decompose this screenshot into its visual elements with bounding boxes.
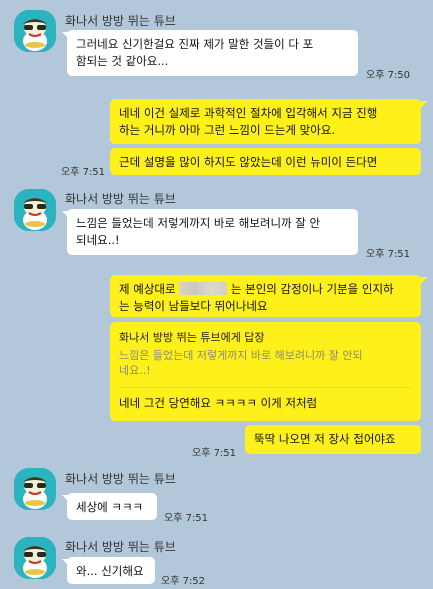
incoming-message-bubble[interactable]: 세상에 ㅋㅋㅋ [67,493,157,520]
tube-character-avatar-icon [14,537,56,579]
outgoing-message-bubble[interactable]: 네네 이건 실제로 과학적인 절차에 입각해서 지금 진행 하는 거니까 아마 … [110,99,421,144]
message-line: 세상에 ㅋㅋㅋ [76,500,144,514]
tube-character-avatar-icon [14,189,56,231]
message-line: 는 능력이 남들보다 뛰어나네요 [119,299,268,313]
message-line: 뚝딱 나오면 저 장사 접어야죠 [254,432,396,446]
reply-quote-line: 네요..! [119,364,151,377]
message-line: 느낌은 들었는데 저렇게까지 바로 해보려니까 잘 안 [76,216,321,230]
sender-avatar[interactable] [14,10,56,52]
sender-name: 화나서 방방 뛰는 튜브 [65,14,176,28]
message-time: 오후 7:51 [61,167,106,178]
message-line: 근데 설명을 많이 하지도 않았는데 이런 뉴미이 든다면 [119,155,378,169]
sender-avatar[interactable] [14,537,56,579]
incoming-message-bubble[interactable]: 그러네요 신기한걸요 진짜 제가 말한 것들이 다 포 함되는 것 같아요... [67,30,358,76]
message-time: 오후 7:51 [366,249,411,260]
incoming-message-bubble[interactable]: 와... 신기해요 [67,557,155,584]
message-time: 오후 7:51 [164,513,209,524]
tube-character-avatar-icon [14,468,56,510]
reply-quote[interactable]: 느낌은 들었는데 저렇게까지 바로 해보려니까 잘 안되 네요..! [119,348,412,378]
bubble-tail [421,277,428,284]
message-line: 함되는 것 같아요... [76,54,169,68]
outgoing-message-bubble[interactable]: 뚝딱 나오면 저 장사 접어야죠 [245,425,421,454]
message-line: 와... 신기해요 [76,564,144,578]
message-time: 오후 7:52 [161,576,206,587]
message-line: 네네 이건 실제로 과학적인 절차에 입각해서 지금 진행 [119,106,378,120]
outgoing-message-bubble[interactable]: 근데 설명을 많이 하지도 않았는데 이런 뉴미이 든다면 [110,148,421,175]
message-time: 오후 7:51 [192,448,237,459]
incoming-message-bubble[interactable]: 느낌은 들었는데 저렇게까지 바로 해보려니까 잘 안 되네요..! [67,209,358,255]
message-line: 그러네요 신기한걸요 진짜 제가 말한 것들이 다 포 [76,37,314,51]
outgoing-message-bubble[interactable]: 제 예상대로 는 본인의 감정이나 기분을 인지하 는 능력이 남들보다 뛰어나… [110,275,421,317]
reply-quote-line: 느낌은 들었는데 저렇게까지 바로 해보려니까 잘 안되 [119,349,363,362]
message-line: 하는 거니까 아마 그런 느낌이 드는게 맞아요. [119,123,336,137]
message-line: 제 예상대로 는 본인의 감정이나 기분을 인지하 [119,281,412,298]
message-text: 는 본인의 감정이나 기분을 인지하 [230,282,394,296]
message-time: 오후 7:50 [366,70,411,81]
sender-avatar[interactable] [14,468,56,510]
sender-name: 화나서 방방 뛰는 튜브 [65,540,176,554]
redacted-name [179,282,228,295]
sender-name: 화나서 방방 뛰는 튜브 [65,472,176,486]
message-line: 네네 그건 당연해요 ㅋㅋㅋㅋ 이게 저처럼 [119,396,318,410]
reply-message-bubble[interactable]: 화나서 방방 뛰는 튜브에게 답장 느낌은 들었는데 저렇게까지 바로 해보려니… [110,322,421,421]
bubble-tail [421,101,428,108]
reply-header: 화나서 방방 뛰는 튜브에게 답장 [119,331,265,344]
reply-divider [119,387,412,388]
sender-avatar[interactable] [14,189,56,231]
sender-name: 화나서 방방 뛰는 튜브 [65,192,176,206]
message-text: 제 예상대로 [119,282,176,296]
message-line: 되네요..! [76,233,120,247]
tube-character-avatar-icon [14,10,56,52]
